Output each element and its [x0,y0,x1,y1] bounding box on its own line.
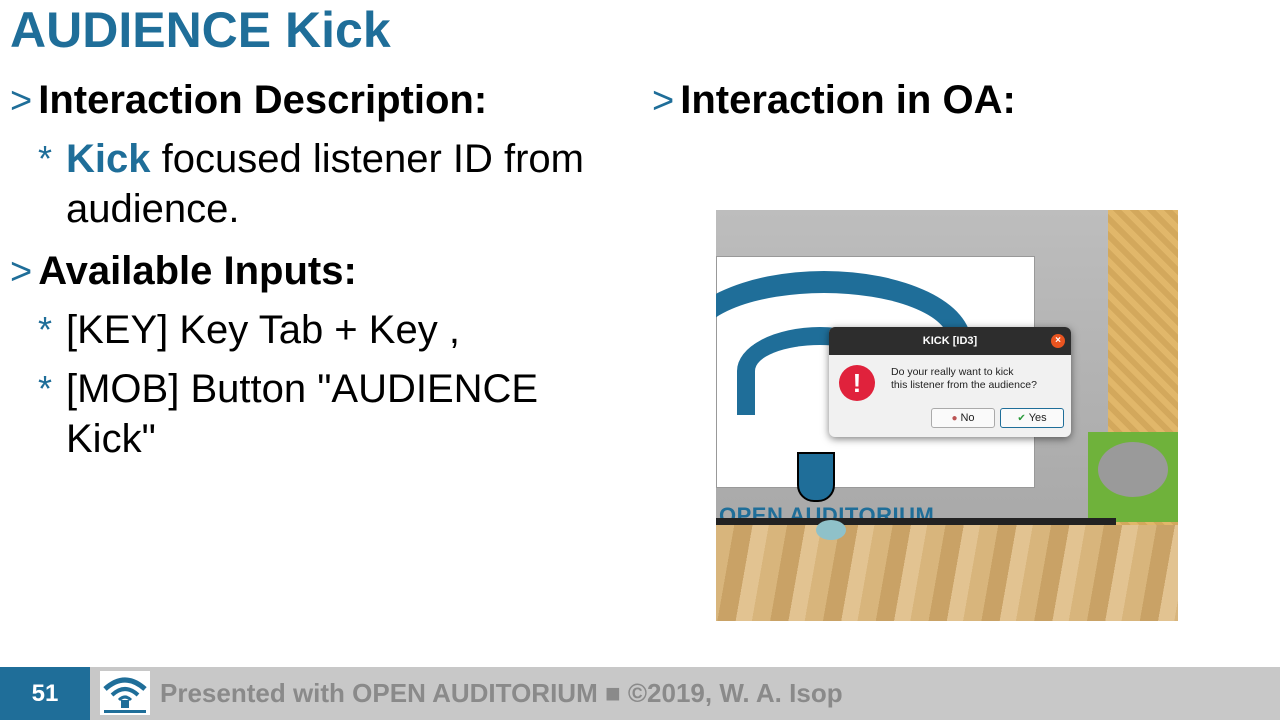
bullet-text-line2: audience. [66,187,240,231]
warning-icon: ! [839,365,875,401]
heading-text: Interaction Description: [38,78,488,122]
kick-dialog: KICK [ID3] × ! Do your really want to ki… [829,327,1071,437]
heading-interaction-description: > Interaction Description: [10,78,487,123]
kick-keyword: Kick [66,137,151,181]
dialog-titlebar: KICK [ID3] × [829,327,1071,355]
heading-interaction-in-oa: > Interaction in OA: [652,78,1016,123]
wood-floor [716,525,1178,621]
bullet-text: [KEY] Key Tab + Key , [66,308,460,352]
heading-available-inputs: > Available Inputs: [10,249,357,294]
heading-text: Interaction in OA: [680,78,1016,122]
yes-button[interactable]: ✔ Yes [1000,408,1064,428]
bullet-text-line2: Kick" [66,417,156,461]
footer-text: Presented with OPEN AUDITORIUM ■ ©2019, … [160,678,843,708]
dialog-title: KICK [ID3] [922,335,978,347]
dialog-message: Do your really want to kick this listene… [891,366,1037,392]
page-number: 51 [0,667,90,720]
logo-stem [797,452,835,502]
bullet-text: [MOB] Button "AUDIENCE [66,367,539,411]
stone-circle [1098,442,1168,497]
heading-marker: > [10,251,33,293]
oa-screenshot: OPEN AUDITORIUM KICK [ID3] × ! Do your r… [716,210,1178,621]
no-label: No [960,412,975,424]
heading-marker: > [652,80,675,122]
cancel-icon: ● [951,413,958,424]
heading-marker: > [10,80,33,122]
bullet-marker: * [38,138,53,179]
bullet-marker: * [38,309,53,350]
open-auditorium-logo-icon [100,671,150,715]
avatar-blob [816,520,846,540]
bullet-marker: * [38,368,53,409]
dialog-message-line2: this listener from the audience? [891,379,1037,391]
footer-bar: 51 Presented with OPEN AUDITORIUM ■ ©201… [0,667,1280,720]
no-button[interactable]: ● No [931,408,995,428]
dialog-message-line1: Do your really want to kick [891,366,1014,378]
bullet-text: focused listener ID from [150,137,584,181]
bullet-kick-description: * Kick focused listener ID from audience… [38,134,584,234]
bullet-input-mob: * [MOB] Button "AUDIENCE Kick" [38,364,539,464]
slide-title: AUDIENCE Kick [10,2,391,58]
bullet-input-key: * [KEY] Key Tab + Key , [38,305,460,355]
heading-text: Available Inputs: [38,249,357,293]
yes-label: Yes [1028,412,1047,424]
close-icon[interactable]: × [1051,334,1065,348]
grass-tile [1088,432,1178,522]
check-icon: ✔ [1017,413,1026,424]
